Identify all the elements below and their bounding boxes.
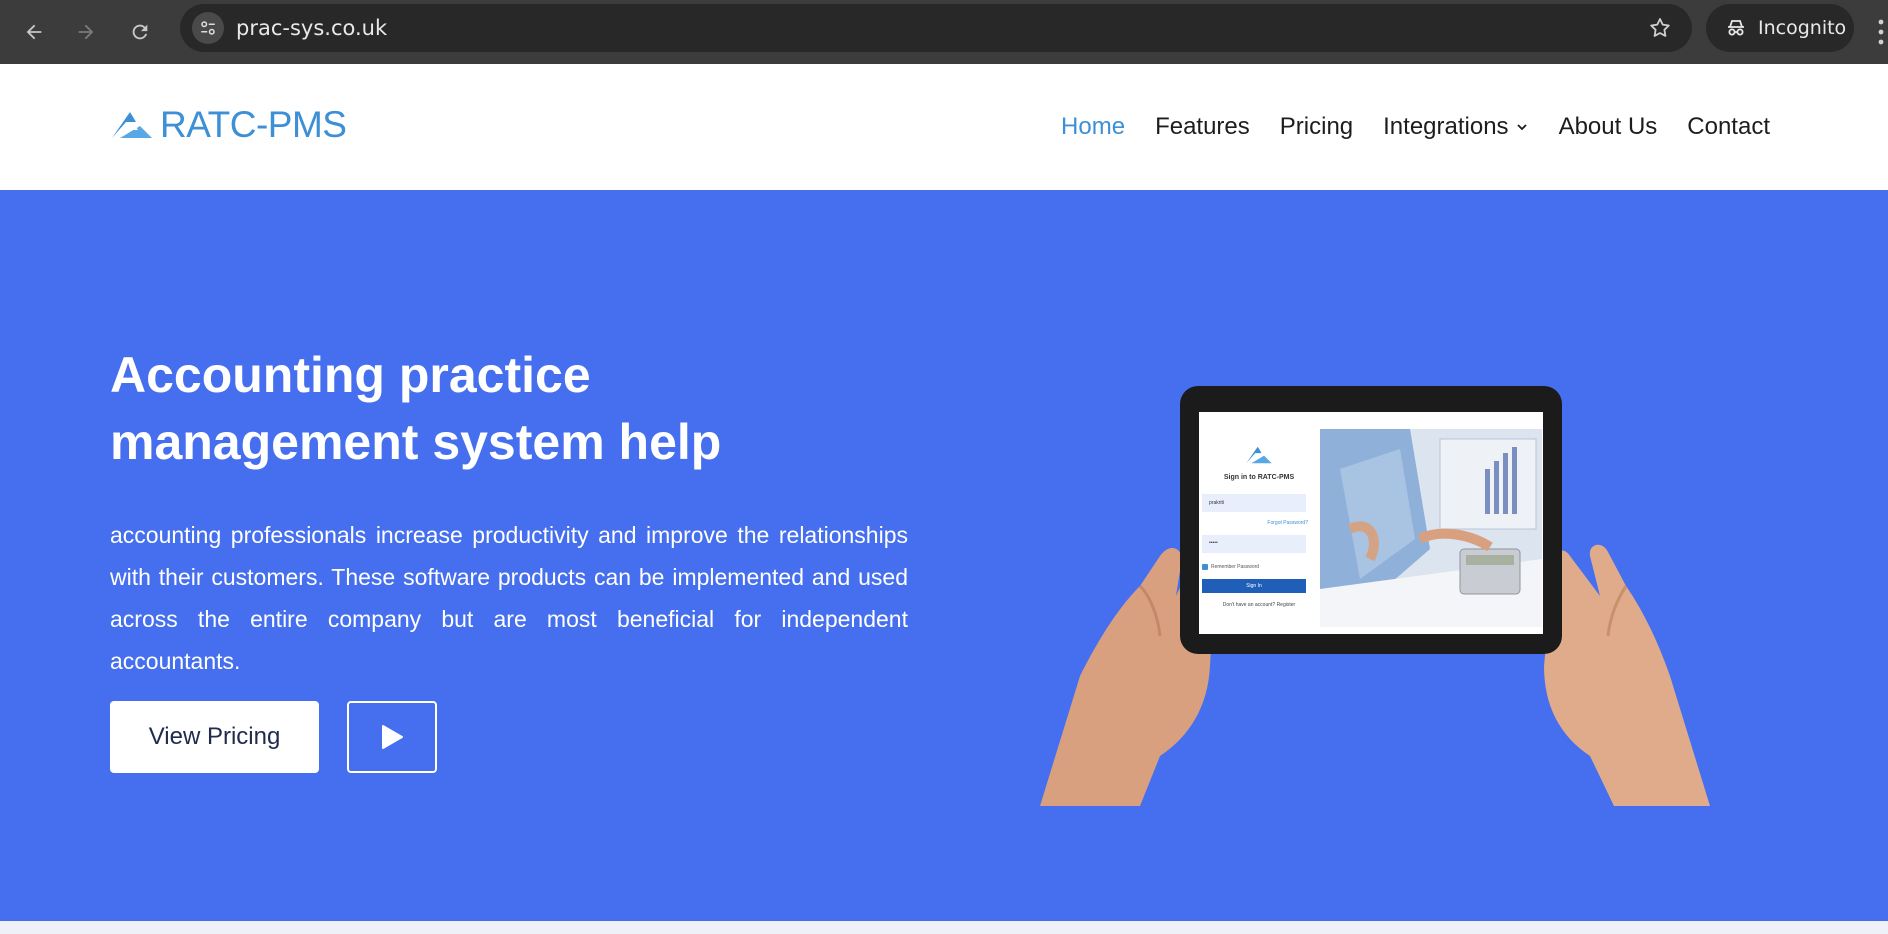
incognito-label: Incognito bbox=[1758, 17, 1847, 39]
mini-password-value: ••••• bbox=[1209, 540, 1218, 546]
play-icon bbox=[382, 725, 403, 749]
mini-password-field: ••••• bbox=[1202, 535, 1306, 553]
accounting-photo bbox=[1320, 429, 1542, 627]
tablet-screen: Sign in to RATC-PMS prakriti Forgot Pass… bbox=[1199, 412, 1543, 634]
browser-toolbar: prac-sys.co.uk Incognito bbox=[0, 0, 1888, 64]
mini-forgot-link: Forgot Password? bbox=[1267, 520, 1308, 526]
incognito-icon bbox=[1728, 20, 1744, 36]
nav-pricing[interactable]: Pricing bbox=[1280, 113, 1353, 141]
incognito-indicator[interactable]: Incognito bbox=[1706, 4, 1854, 52]
hero-title-line2: management system help bbox=[110, 414, 722, 470]
site-info-icon[interactable] bbox=[192, 12, 224, 44]
forward-button[interactable] bbox=[66, 12, 106, 52]
tablet-device: Sign in to RATC-PMS prakriti Forgot Pass… bbox=[1180, 386, 1562, 654]
hero-title: Accounting practice management system he… bbox=[110, 342, 830, 476]
hero-description: accounting professionals increase produc… bbox=[110, 522, 908, 674]
play-video-button[interactable] bbox=[347, 701, 437, 773]
reload-button[interactable] bbox=[120, 12, 160, 52]
main-nav: Home Features Pricing Integrations About… bbox=[1061, 64, 1770, 190]
mini-username-field: prakriti bbox=[1202, 494, 1306, 512]
chevron-down-icon bbox=[1516, 124, 1527, 131]
bookmark-star-icon[interactable] bbox=[1648, 16, 1672, 40]
mini-username-value: prakriti bbox=[1209, 500, 1225, 506]
site-header: RATC-PMS Home Features Pricing Integrati… bbox=[0, 64, 1888, 190]
arrow-left-icon bbox=[26, 24, 42, 40]
mini-login-title: Sign in to RATC-PMS bbox=[1223, 474, 1295, 481]
arrow-right-icon bbox=[78, 24, 94, 40]
mini-signin-button: Sign In bbox=[1202, 579, 1306, 593]
reload-icon bbox=[132, 24, 148, 40]
mini-register-text: Don't have an account? Register bbox=[1222, 602, 1296, 608]
mini-logo-icon bbox=[1246, 446, 1272, 464]
address-bar[interactable]: prac-sys.co.uk bbox=[180, 4, 1692, 52]
logo-mark-icon bbox=[112, 112, 152, 138]
view-pricing-button[interactable]: View Pricing bbox=[110, 701, 319, 773]
back-button[interactable] bbox=[14, 12, 54, 52]
hero-illustration: Sign in to RATC-PMS prakriti Forgot Pass… bbox=[1040, 386, 1710, 806]
hero-section: Accounting practice management system he… bbox=[0, 190, 1888, 921]
nav-features[interactable]: Features bbox=[1155, 113, 1250, 141]
nav-integrations-label: Integrations bbox=[1383, 113, 1509, 140]
nav-integrations[interactable]: Integrations bbox=[1383, 113, 1528, 141]
next-section-edge bbox=[0, 921, 1888, 934]
hero-title-line1: Accounting practice bbox=[110, 347, 591, 403]
site-logo[interactable]: RATC-PMS bbox=[110, 104, 347, 146]
more-menu-icon[interactable] bbox=[1874, 14, 1888, 50]
nav-about-us[interactable]: About Us bbox=[1559, 113, 1658, 141]
nav-contact[interactable]: Contact bbox=[1687, 113, 1770, 141]
nav-home[interactable]: Home bbox=[1061, 113, 1125, 141]
mini-login-panel: Sign in to RATC-PMS prakriti Forgot Pass… bbox=[1199, 412, 1319, 634]
url-text[interactable]: prac-sys.co.uk bbox=[236, 4, 387, 52]
mini-remember-label: Remember Password bbox=[1211, 564, 1260, 570]
logo-text: RATC-PMS bbox=[160, 104, 347, 145]
mini-remember-checkbox bbox=[1202, 564, 1208, 570]
